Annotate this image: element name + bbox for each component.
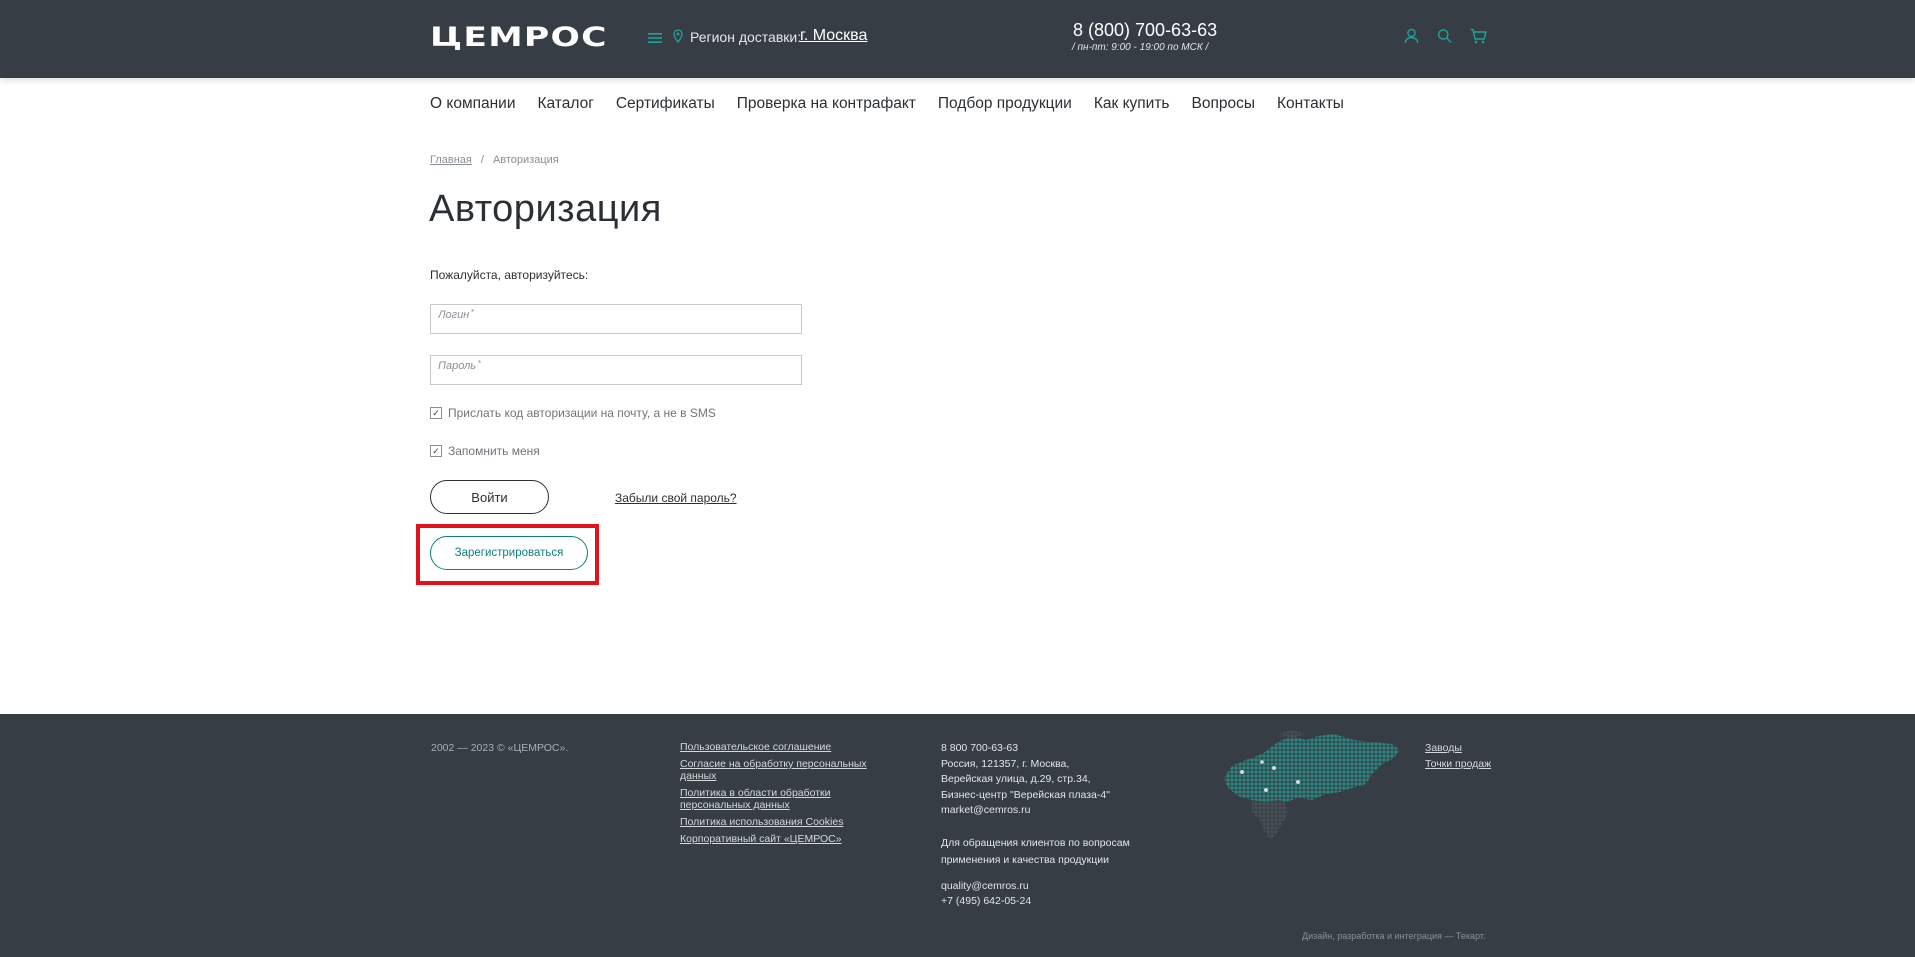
breadcrumb: Главная / Авторизация — [430, 154, 559, 166]
breadcrumb-separator: / — [480, 154, 484, 166]
required-mark: * — [478, 359, 482, 368]
nav-item-about[interactable]: О компании — [430, 95, 516, 113]
password-input[interactable] — [431, 356, 801, 384]
breadcrumb-current: Авторизация — [492, 154, 559, 166]
region-city-link[interactable]: г. Москва — [800, 27, 867, 45]
required-mark: * — [471, 308, 475, 317]
remember-label: Запомнить меня — [448, 444, 540, 458]
email-code-checkbox[interactable]: ✓ — [430, 407, 442, 419]
footer-legal-links: Пользовательское соглашение Согласие на … — [680, 741, 870, 850]
remember-checkbox[interactable]: ✓ — [430, 445, 442, 457]
russia-map-icon[interactable] — [1222, 730, 1402, 842]
footer-link-privacy-policy[interactable]: Политика в области обработки персональны… — [680, 787, 870, 811]
footer-contacts: 8 800 700-63-63 Россия, 121357, г. Москв… — [941, 741, 1130, 910]
copyright: 2002 — 2023 © «ЦЕМРОС». — [431, 742, 569, 754]
footer-link-corporate-site[interactable]: Корпоративный сайт «ЦЕМРОС» — [680, 833, 870, 845]
cart-icon[interactable] — [1470, 28, 1487, 49]
header-phone[interactable]: 8 (800) 700-63-63 — [1073, 20, 1217, 41]
footer-address-line: Россия, 121357, г. Москва, — [941, 757, 1070, 770]
footer-link-consent[interactable]: Согласие на обработку персональных данны… — [680, 758, 870, 782]
user-icon[interactable] — [1404, 28, 1419, 49]
main-nav: О компании Каталог Сертификаты Проверка … — [430, 95, 1344, 113]
region-label: Регион доставки: — [690, 29, 802, 45]
login-input[interactable] — [431, 305, 801, 333]
email-code-label: Прислать код авторизации на почту, а не … — [448, 406, 716, 420]
site-header: ЦЕМРОС Регион доставки: г. Москва 8 (800… — [0, 0, 1915, 78]
nav-item-catalog[interactable]: Каталог — [538, 95, 594, 113]
forgot-password-link[interactable]: Забыли свой пароль? — [615, 491, 737, 505]
logo[interactable]: ЦЕМРОС — [430, 22, 608, 53]
nav-item-how-to-buy[interactable]: Как купить — [1094, 95, 1170, 113]
menu-icon[interactable] — [648, 31, 662, 49]
search-icon[interactable] — [1437, 28, 1452, 49]
login-prompt: Пожалуйста, авторизуйтесь: — [430, 268, 589, 282]
password-field-wrap: * — [430, 355, 802, 385]
site-footer: 2002 — 2023 © «ЦЕМРОС». Пользовательское… — [0, 714, 1915, 957]
breadcrumb-home[interactable]: Главная — [430, 154, 472, 166]
footer-link-cookies[interactable]: Политика использования Cookies — [680, 816, 870, 828]
nav-item-questions[interactable]: Вопросы — [1192, 95, 1255, 113]
nav-item-product-selection[interactable]: Подбор продукции — [938, 95, 1072, 113]
quality-email[interactable]: quality@cemros.ru — [941, 879, 1130, 895]
developer-credit[interactable]: Дизайн, разработка и интеграция — Текарт… — [1302, 931, 1486, 941]
footer-email[interactable]: market@cemros.ru — [941, 803, 1130, 819]
page-title: Авторизация — [429, 188, 662, 230]
footer-link-plants[interactable]: Заводы — [1425, 742, 1491, 754]
register-button[interactable]: Зарегистрироваться — [430, 536, 588, 570]
quality-note: применения и качества продукции — [941, 853, 1110, 866]
remember-checkbox-row[interactable]: ✓ Запомнить меня — [430, 444, 540, 458]
footer-address-line: Бизнес-центр "Верейская плаза-4" — [941, 788, 1110, 801]
nav-item-counterfeit-check[interactable]: Проверка на контрафакт — [737, 95, 916, 113]
footer-side-links: Заводы Точки продаж — [1425, 742, 1491, 774]
nav-item-contacts[interactable]: Контакты — [1277, 95, 1344, 113]
footer-address-line: Верейская улица, д.29, стр.34, — [941, 773, 1091, 785]
quality-note: Для обращения клиентов по вопросам — [941, 836, 1130, 849]
email-code-checkbox-row[interactable]: ✓ Прислать код авторизации на почту, а н… — [430, 406, 716, 420]
location-pin-icon — [673, 29, 683, 48]
login-button[interactable]: Войти — [430, 480, 549, 514]
footer-phone[interactable]: 8 800 700-63-63 — [941, 741, 1130, 757]
nav-item-certificates[interactable]: Сертификаты — [616, 95, 715, 113]
footer-link-sales-points[interactable]: Точки продаж — [1425, 758, 1491, 770]
footer-link-user-agreement[interactable]: Пользовательское соглашение — [680, 741, 870, 753]
quality-phone[interactable]: +7 (495) 642-05-24 — [941, 894, 1130, 910]
work-hours: / пн-пт: 9:00 - 19:00 по МСК / — [1072, 42, 1209, 53]
login-field-wrap: * — [430, 304, 802, 334]
